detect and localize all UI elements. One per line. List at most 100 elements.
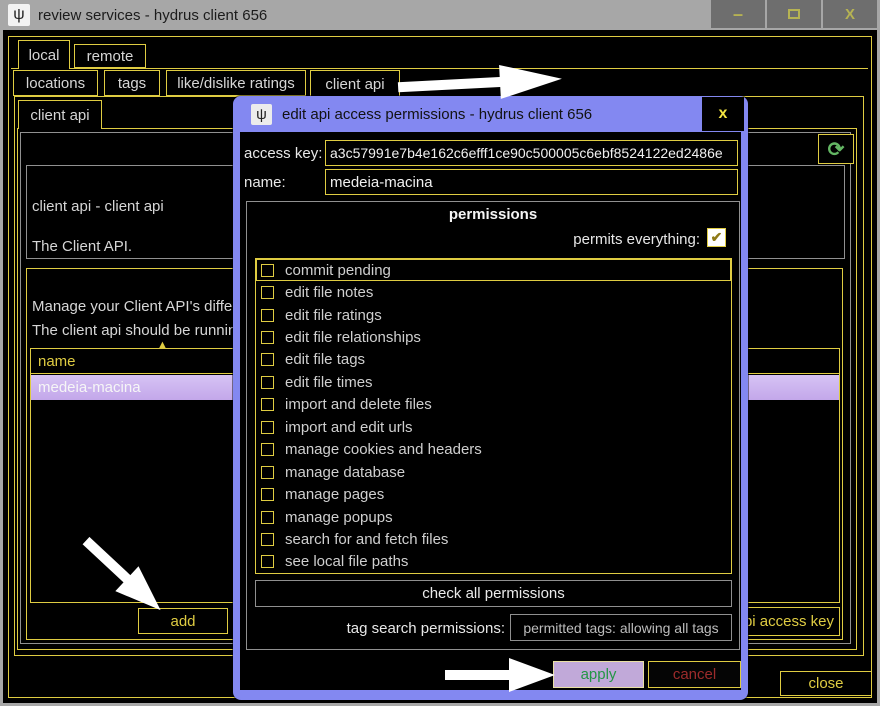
cancel-button[interactable]: cancel xyxy=(648,661,741,688)
minimize-button[interactable]: – xyxy=(711,0,765,28)
close-icon: X xyxy=(845,6,855,23)
close-button[interactable]: X xyxy=(823,0,877,28)
column-header-name[interactable]: name xyxy=(38,353,76,370)
refresh-button[interactable]: ⟳ xyxy=(818,134,854,164)
permission-label: manage popups xyxy=(285,509,393,526)
name-label: name: xyxy=(244,174,286,191)
dialog-title: edit api access permissions - hydrus cli… xyxy=(282,106,592,123)
permission-label: manage database xyxy=(285,464,405,481)
permission-item[interactable]: search for and fetch files xyxy=(256,528,731,550)
permission-item[interactable]: commit pending xyxy=(256,259,731,281)
permission-label: edit file ratings xyxy=(285,307,382,324)
permission-label: see local file paths xyxy=(285,553,408,570)
permissions-title: permissions xyxy=(246,206,740,223)
tab-client-api-level3[interactable]: client api xyxy=(18,100,102,129)
checkbox-icon[interactable] xyxy=(261,466,274,479)
permission-label: search for and fetch files xyxy=(285,531,448,548)
tag-search-permissions-label: tag search permissions: xyxy=(280,620,505,637)
permission-label: edit file times xyxy=(285,374,373,391)
access-key-input[interactable] xyxy=(325,140,738,166)
permission-label: edit file relationships xyxy=(285,329,421,346)
tab-local[interactable]: local xyxy=(18,40,70,69)
manage-text-line2: The client api should be runnin xyxy=(32,322,236,339)
tab-client-api-level2[interactable]: client api xyxy=(310,70,400,98)
permission-label: import and delete files xyxy=(285,396,432,413)
check-all-permissions-button[interactable]: check all permissions xyxy=(255,580,732,607)
dialog-close-icon: x xyxy=(719,105,728,123)
permission-label: manage pages xyxy=(285,486,384,503)
checkbox-icon[interactable] xyxy=(261,331,274,344)
maximize-button[interactable] xyxy=(767,0,821,28)
tab-remote-label: remote xyxy=(87,48,134,65)
permits-everything-checkbox[interactable]: ✔ xyxy=(707,228,726,247)
sort-ascending-icon[interactable]: ▲ xyxy=(157,339,168,351)
apply-button[interactable]: apply xyxy=(553,661,644,688)
service-description-text: The Client API. xyxy=(32,238,132,255)
check-all-permissions-label: check all permissions xyxy=(422,585,565,602)
apply-button-label: apply xyxy=(581,666,617,683)
close-bottom-label: close xyxy=(808,675,843,692)
tag-search-permissions-button[interactable]: permitted tags: allowing all tags xyxy=(510,614,732,641)
screen: ψ review services - hydrus client 656 – … xyxy=(0,0,880,706)
checkbox-icon[interactable] xyxy=(261,511,274,524)
service-name-text: client api - client api xyxy=(32,198,164,215)
checkbox-icon[interactable] xyxy=(261,353,274,366)
tab-client-api-level3-label: client api xyxy=(30,107,89,124)
permission-item[interactable]: see local file paths xyxy=(256,551,731,573)
tab-like-dislike-ratings-label: like/dislike ratings xyxy=(177,75,295,92)
tab-local-label: local xyxy=(29,47,60,64)
checkbox-icon[interactable] xyxy=(261,555,274,568)
permission-label: edit file tags xyxy=(285,351,365,368)
dialog-body: access key: name: permissions permits ev… xyxy=(240,132,741,690)
window-title: review services - hydrus client 656 xyxy=(38,7,267,24)
dialog-close-bottom-button[interactable]: close xyxy=(780,671,872,696)
checkbox-icon[interactable] xyxy=(261,309,274,322)
permission-item[interactable]: edit file ratings xyxy=(256,304,731,326)
tag-search-permissions-value: permitted tags: allowing all tags xyxy=(523,620,718,636)
checkbox-icon[interactable] xyxy=(261,443,274,456)
dialog-psi-icon: ψ xyxy=(251,104,272,125)
permission-item[interactable]: edit file notes xyxy=(256,281,731,303)
permission-label: commit pending xyxy=(285,262,391,279)
checkbox-icon[interactable] xyxy=(261,286,274,299)
minimize-icon: – xyxy=(733,4,743,25)
permission-label: import and edit urls xyxy=(285,419,413,436)
checkbox-icon[interactable] xyxy=(261,488,274,501)
permission-item[interactable]: edit file times xyxy=(256,371,731,393)
permission-label: edit file notes xyxy=(285,284,373,301)
permission-item[interactable]: edit file relationships xyxy=(256,326,731,348)
tab-client-api-level2-label: client api xyxy=(325,76,384,93)
permission-item[interactable]: import and delete files xyxy=(256,394,731,416)
name-input[interactable] xyxy=(325,169,738,195)
app-psi-icon: ψ xyxy=(8,4,30,26)
copy-api-access-key-label: pi access key xyxy=(744,613,834,630)
tab-tags-label: tags xyxy=(118,75,146,92)
checkbox-icon[interactable] xyxy=(261,421,274,434)
permission-label: manage cookies and headers xyxy=(285,441,482,458)
permission-item[interactable]: manage popups xyxy=(256,506,731,528)
permission-item[interactable]: import and edit urls xyxy=(256,416,731,438)
checkbox-icon[interactable] xyxy=(261,398,274,411)
permission-item[interactable]: edit file tags xyxy=(256,349,731,371)
permission-item[interactable]: manage database xyxy=(256,461,731,483)
cancel-button-label: cancel xyxy=(673,666,716,683)
permits-everything-label: permits everything: xyxy=(490,231,700,248)
checkbox-icon[interactable] xyxy=(261,264,274,277)
permission-item[interactable]: manage pages xyxy=(256,483,731,505)
annotation-arrow-apply-button xyxy=(445,656,557,694)
tab-like-dislike-ratings[interactable]: like/dislike ratings xyxy=(166,70,306,96)
tab-locations[interactable]: locations xyxy=(13,70,98,96)
checkmark-icon: ✔ xyxy=(711,229,723,246)
refresh-icon: ⟳ xyxy=(828,137,845,162)
dialog-close-button[interactable]: x xyxy=(702,97,744,131)
access-key-label: access key: xyxy=(244,145,322,162)
annotation-arrow-client-api-tab xyxy=(395,58,565,109)
tab-remote[interactable]: remote xyxy=(74,44,146,68)
permission-item[interactable]: manage cookies and headers xyxy=(256,439,731,461)
checkbox-icon[interactable] xyxy=(261,376,274,389)
edit-api-permissions-dialog: ψ edit api access permissions - hydrus c… xyxy=(233,96,748,700)
add-button-label: add xyxy=(170,613,195,630)
checkbox-icon[interactable] xyxy=(261,533,274,546)
tab-tags[interactable]: tags xyxy=(104,70,160,96)
maximize-icon xyxy=(788,9,800,19)
